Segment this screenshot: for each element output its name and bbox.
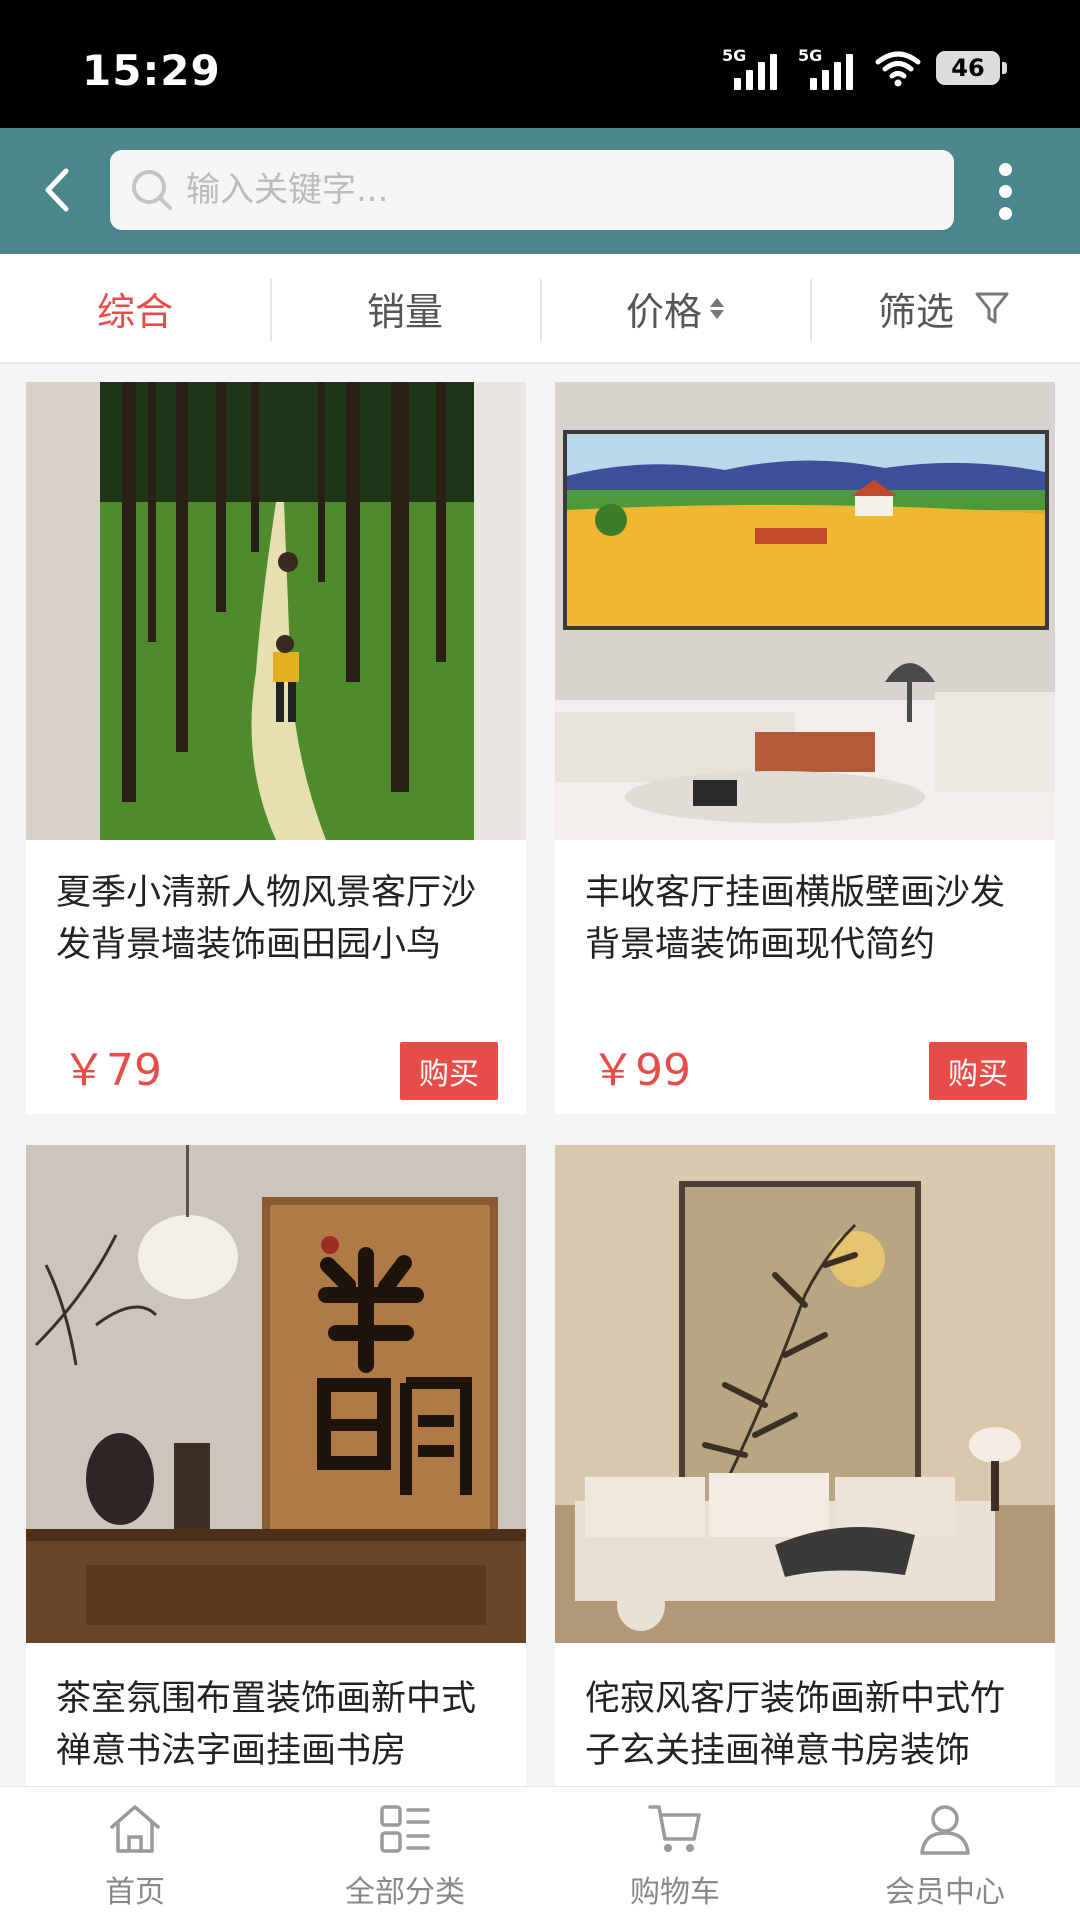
battery-level: 46 xyxy=(951,54,985,82)
chevron-left-icon xyxy=(45,168,69,212)
sort-filter[interactable]: 筛选 xyxy=(810,253,1080,363)
tab-cart[interactable]: 购物车 xyxy=(540,1787,810,1920)
signal-icon: 5G xyxy=(798,46,860,90)
product-card[interactable]: 夏季小清新人物风景客厅沙发背景墙装饰画田园小鸟 ￥79 购买 xyxy=(26,382,526,1114)
sort-label: 价格 xyxy=(625,289,702,334)
status-bar: 15:29 5G 5G 46 xyxy=(0,0,1080,128)
filter-icon xyxy=(975,292,1009,324)
sort-price[interactable]: 价格 xyxy=(540,253,810,363)
more-dot-icon xyxy=(998,162,1012,176)
product-image-calligraphy[interactable] xyxy=(26,1145,526,1643)
tab-label: 会员中心 xyxy=(885,1875,1005,1910)
product-image-forest-path[interactable] xyxy=(26,382,526,840)
tab-label: 购物车 xyxy=(630,1875,720,1910)
sort-arrows-icon xyxy=(710,297,724,319)
sort-label: 筛选 xyxy=(877,289,954,334)
tab-bar: 首页 全部分类 购物车 会员中心 xyxy=(0,1786,1080,1920)
product-card[interactable]: 侘寂风客厅装饰画新中式竹子玄关挂画禅意书房装饰 xyxy=(555,1145,1055,1786)
sort-label: 综合 xyxy=(96,289,173,334)
product-title[interactable]: 侘寂风客厅装饰画新中式竹子玄关挂画禅意书房装饰 xyxy=(585,1673,1025,1777)
product-image-bamboo-moon[interactable] xyxy=(555,1145,1055,1643)
buy-button[interactable]: 购买 xyxy=(929,1042,1027,1100)
tab-categories[interactable]: 全部分类 xyxy=(270,1787,540,1920)
product-card[interactable]: 丰收客厅挂画横版壁画沙发背景墙装饰画现代简约 ￥99 购买 xyxy=(555,382,1055,1114)
product-image-harvest-field[interactable] xyxy=(555,382,1055,840)
status-time: 15:29 xyxy=(82,46,221,95)
product-card[interactable]: 茶室氛围布置装饰画新中式禅意书法字画挂画书房 xyxy=(26,1145,526,1786)
tab-home[interactable]: 首页 xyxy=(0,1787,270,1920)
product-price: ￥99 xyxy=(591,1045,691,1096)
more-dot-icon xyxy=(998,184,1012,198)
buy-button[interactable]: 购买 xyxy=(400,1042,498,1100)
product-grid: 夏季小清新人物风景客厅沙发背景墙装饰画田园小鸟 ￥79 购买 丰收客厅挂画横版壁… xyxy=(0,364,1080,1786)
wifi-icon xyxy=(875,51,921,87)
status-icons: 5G 5G 46 xyxy=(722,44,1007,92)
sort-comprehensive[interactable]: 综合 xyxy=(0,253,270,363)
header xyxy=(0,128,1080,254)
tab-member[interactable]: 会员中心 xyxy=(810,1787,1080,1920)
tab-label: 首页 xyxy=(105,1875,165,1910)
product-title[interactable]: 夏季小清新人物风景客厅沙发背景墙装饰画田园小鸟 xyxy=(56,867,496,971)
more-dot-icon xyxy=(998,206,1012,220)
tab-label: 全部分类 xyxy=(345,1875,465,1910)
user-icon xyxy=(920,1805,970,1855)
sort-label: 销量 xyxy=(366,289,443,334)
product-title[interactable]: 丰收客厅挂画横版壁画沙发背景墙装饰画现代简约 xyxy=(585,867,1025,971)
battery-icon: 46 xyxy=(936,51,1007,85)
cart-icon xyxy=(648,1805,701,1852)
signal-icon: 5G xyxy=(722,46,784,90)
more-options-button[interactable] xyxy=(978,158,1032,224)
sort-bar: 综合 销量 价格 筛选 xyxy=(0,254,1080,364)
search-input[interactable] xyxy=(186,170,946,210)
product-title[interactable]: 茶室氛围布置装饰画新中式禅意书法字画挂画书房 xyxy=(56,1673,496,1777)
search-box[interactable] xyxy=(110,150,954,230)
product-price: ￥79 xyxy=(62,1045,162,1096)
back-button[interactable] xyxy=(26,158,90,222)
sort-sales[interactable]: 销量 xyxy=(270,253,540,363)
categories-icon xyxy=(380,1805,430,1853)
search-icon xyxy=(132,170,172,210)
home-icon xyxy=(110,1805,160,1853)
